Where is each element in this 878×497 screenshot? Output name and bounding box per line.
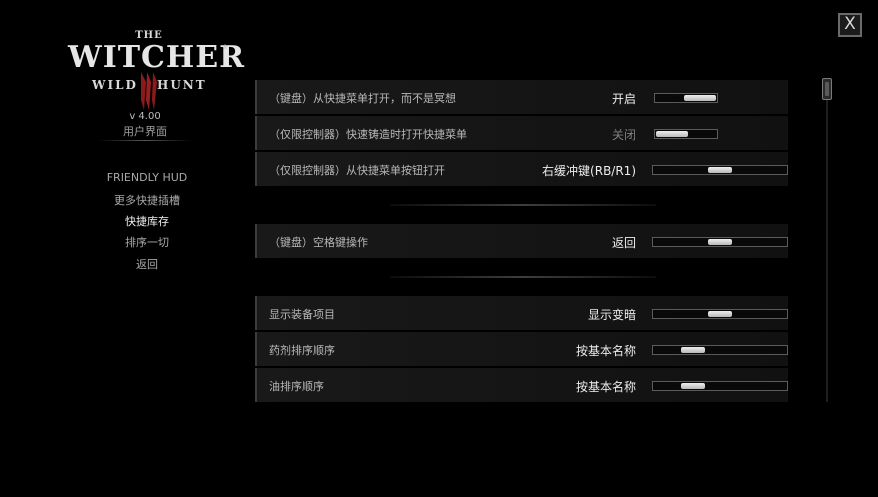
setting-label: 油排序顺序	[269, 380, 324, 393]
option-slider[interactable]	[652, 345, 788, 355]
slider-thumb[interactable]	[708, 167, 732, 173]
option-slider[interactable]	[654, 93, 718, 103]
option-slider[interactable]	[652, 381, 788, 391]
version-label: v 4.00	[129, 111, 161, 122]
logo-hunt-text: HUNT	[157, 78, 207, 92]
setting-label: 显示装备项目	[269, 308, 335, 321]
setting-row[interactable]: （键盘）从快捷菜单打开，而不是冥想 开启	[255, 80, 788, 114]
scrollbar-thumb[interactable]	[822, 78, 832, 100]
slider-thumb[interactable]	[681, 347, 705, 353]
witcher-logo: THE WITCHER ® WILD HUNT	[68, 30, 244, 112]
slider-thumb[interactable]	[708, 311, 732, 317]
nav-item-more-quick-slots[interactable]: 更多快捷插槽	[87, 192, 207, 208]
nav-item-quick-inventory[interactable]: 快捷库存	[87, 213, 207, 229]
setting-row[interactable]: 药剂排序顺序 按基本名称	[255, 332, 788, 366]
slider-thumb[interactable]	[681, 383, 705, 389]
setting-label: 药剂排序顺序	[269, 344, 335, 357]
nav-item-friendly-hud[interactable]: FRIENDLY HUD	[87, 171, 207, 184]
logo-trademark: ®	[222, 44, 228, 51]
slider-thumb[interactable]	[684, 95, 716, 101]
setting-row[interactable]: （仅限控制器）快速铸造时打开快捷菜单 关闭	[255, 116, 788, 150]
slider-thumb[interactable]	[656, 131, 688, 137]
setting-value: 按基本名称	[575, 380, 636, 394]
menu-divider	[98, 140, 192, 141]
setting-value: 关闭	[611, 128, 636, 142]
setting-row[interactable]: 油排序顺序 按基本名称	[255, 368, 788, 402]
close-button[interactable]: X	[838, 13, 862, 37]
wolf-emblem-icon	[141, 72, 157, 110]
logo-wild-text: WILD	[92, 78, 138, 92]
setting-label: （键盘）从快捷菜单打开，而不是冥想	[269, 92, 456, 105]
menu-subtitle: 用户界面	[123, 125, 167, 138]
setting-row[interactable]: （仅限控制器）从快捷菜单按钮打开 右缓冲键(RB/R1)	[255, 152, 788, 186]
nav-item-back[interactable]: 返回	[87, 256, 207, 272]
setting-value: 按基本名称	[575, 344, 636, 358]
option-slider[interactable]	[652, 165, 788, 175]
setting-value: 开启	[611, 92, 636, 106]
option-slider[interactable]	[652, 309, 788, 319]
section-divider	[390, 204, 656, 206]
setting-label: （键盘）空格键操作	[269, 236, 368, 249]
setting-row[interactable]: 显示装备项目 显示变暗	[255, 296, 788, 330]
setting-value: 返回	[611, 236, 636, 250]
section-divider	[390, 276, 656, 278]
setting-value: 显示变暗	[587, 308, 636, 322]
setting-row[interactable]: （键盘）空格键操作 返回	[255, 224, 788, 258]
scrollbar-track[interactable]	[826, 92, 828, 402]
nav-item-sort-everything[interactable]: 排序一切	[87, 234, 207, 250]
setting-label: （仅限控制器）从快捷菜单按钮打开	[269, 164, 445, 177]
setting-label: （仅限控制器）快速铸造时打开快捷菜单	[269, 128, 467, 141]
option-slider[interactable]	[652, 237, 788, 247]
option-slider[interactable]	[654, 129, 718, 139]
slider-thumb[interactable]	[708, 239, 732, 245]
setting-value: 右缓冲键(RB/R1)	[542, 164, 636, 178]
